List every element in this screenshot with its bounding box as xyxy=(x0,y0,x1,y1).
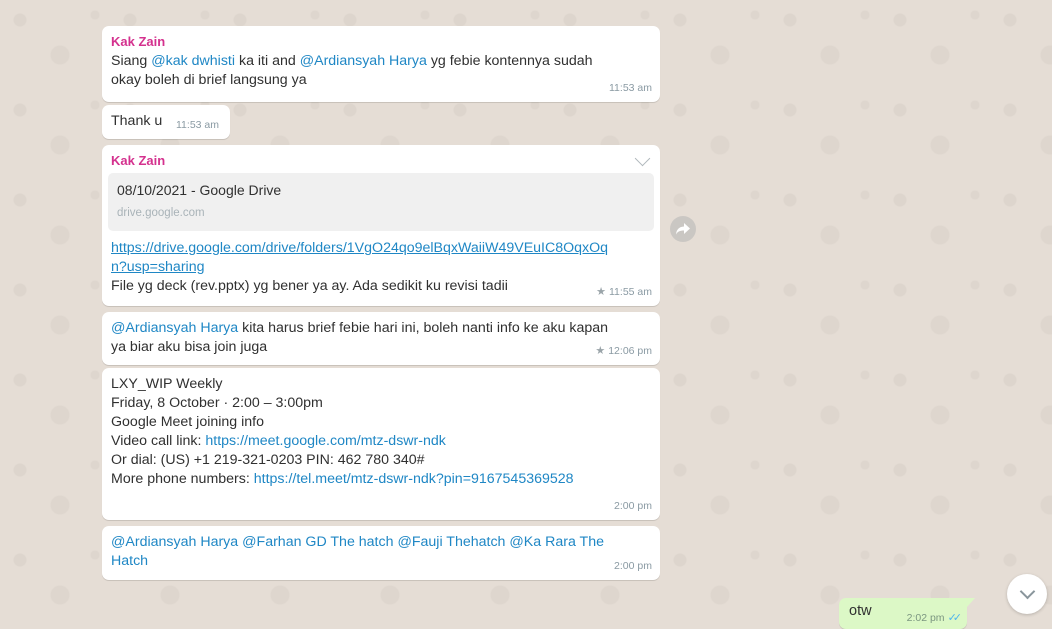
message-bubble[interactable]: Kak Zain Siang @kak dwhisti ka iti and @… xyxy=(102,26,660,102)
message-bubble[interactable]: LXY_WIP Weekly Friday, 8 October · 2:00 … xyxy=(102,368,660,520)
mention-link[interactable]: @Fauji Thehatch xyxy=(397,534,505,550)
text-segment: kita harus brief febie hari ini, boleh n… xyxy=(238,320,609,336)
bubble-tail xyxy=(967,598,975,607)
message-text: LXY_WIP Weekly Friday, 8 October · 2:00 … xyxy=(111,375,652,489)
link-preview-title: 08/10/2021 - Google Drive xyxy=(117,182,282,198)
drive-link-continued[interactable]: n?usp=sharing xyxy=(111,259,204,275)
message-text: @Ardiansyah Harya @Farhan GD The hatch @… xyxy=(111,533,652,571)
mention-link-continued[interactable]: Hatch xyxy=(111,553,148,569)
mention-link[interactable]: @kak dwhisti xyxy=(151,53,235,69)
chevron-down-icon xyxy=(1019,583,1036,600)
message-time: 11:53 am xyxy=(609,82,652,94)
text-line: Friday, 8 October · 2:00 – 3:00pm xyxy=(111,395,323,411)
text-line: Or dial: (US) +1 219-321-0203 PIN: 462 7… xyxy=(111,452,425,468)
text-line: More phone numbers: xyxy=(111,471,254,487)
time-text: 11:55 am xyxy=(609,286,652,298)
read-receipt-icon: ✓✓ xyxy=(947,612,963,624)
message-text: File yg deck (rev.pptx) yg bener ya ay. … xyxy=(111,278,508,294)
message-bubble[interactable]: Thank u 11:53 am xyxy=(102,105,230,139)
message-time: 11:53 am xyxy=(176,119,219,131)
message-bubble[interactable]: Kak Zain 08/10/2021 - Google Drive drive… xyxy=(102,145,660,306)
message-text: @Ardiansyah Harya kita harus brief febie… xyxy=(111,319,652,357)
outgoing-message-bubble[interactable]: otw 2:02 pm ✓✓ xyxy=(839,598,967,629)
message-time: 2:00 pm xyxy=(614,560,652,572)
message-time: 2:02 pm ✓✓ xyxy=(906,611,963,624)
forward-icon xyxy=(676,223,690,235)
mention-link[interactable]: @Ardiansyah Harya xyxy=(111,320,238,336)
scroll-to-bottom-button[interactable] xyxy=(1007,574,1047,614)
text-line: Google Meet joining info xyxy=(111,414,265,430)
forward-button[interactable] xyxy=(670,216,696,242)
message-text: otw xyxy=(849,603,872,619)
text-segment: okay boleh di brief langsung ya xyxy=(111,72,307,88)
message-time: 2:00 pm xyxy=(614,500,652,512)
time-text: 2:02 pm xyxy=(906,612,945,624)
drive-link[interactable]: https://drive.google.com/drive/folders/1… xyxy=(111,240,608,256)
star-icon: ★ xyxy=(596,286,606,298)
message-time: ★ 12:06 pm xyxy=(595,342,652,361)
text-segment: yg febie kontennya sudah xyxy=(426,53,593,69)
message-bubble[interactable]: @Ardiansyah Harya kita harus brief febie… xyxy=(102,312,660,365)
link-preview-domain: drive.google.com xyxy=(117,207,205,219)
mention-link[interactable]: @Ardiansyah Harya xyxy=(300,53,427,69)
text-segment: Siang xyxy=(111,53,152,69)
message-bubble[interactable]: @Ardiansyah Harya @Farhan GD The hatch @… xyxy=(102,526,660,580)
message-text: Siang @kak dwhisti ka iti and @Ardiansya… xyxy=(111,52,652,90)
mention-link[interactable]: @Ardiansyah Harya xyxy=(111,534,238,550)
link-preview[interactable]: 08/10/2021 - Google Drive drive.google.c… xyxy=(108,173,654,231)
text-line: Video call link: xyxy=(111,433,206,449)
message-time: ★ 11:55 am xyxy=(596,283,652,302)
mention-link[interactable]: @Farhan GD The hatch xyxy=(242,534,393,550)
time-text: 12:06 pm xyxy=(608,345,652,357)
sender-name[interactable]: Kak Zain xyxy=(111,152,652,169)
star-icon: ★ xyxy=(595,345,606,357)
text-segment: ka iti and xyxy=(235,53,300,69)
text-line: LXY_WIP Weekly xyxy=(111,376,223,392)
mention-link[interactable]: @Ka Rara The xyxy=(509,534,604,550)
sender-name[interactable]: Kak Zain xyxy=(111,33,652,50)
meet-link[interactable]: https://meet.google.com/mtz-dswr-ndk xyxy=(205,433,446,449)
text-segment: ya biar aku bisa join juga xyxy=(111,339,268,355)
phone-numbers-link[interactable]: https://tel.meet/mtz-dswr-ndk?pin=916754… xyxy=(254,471,574,487)
